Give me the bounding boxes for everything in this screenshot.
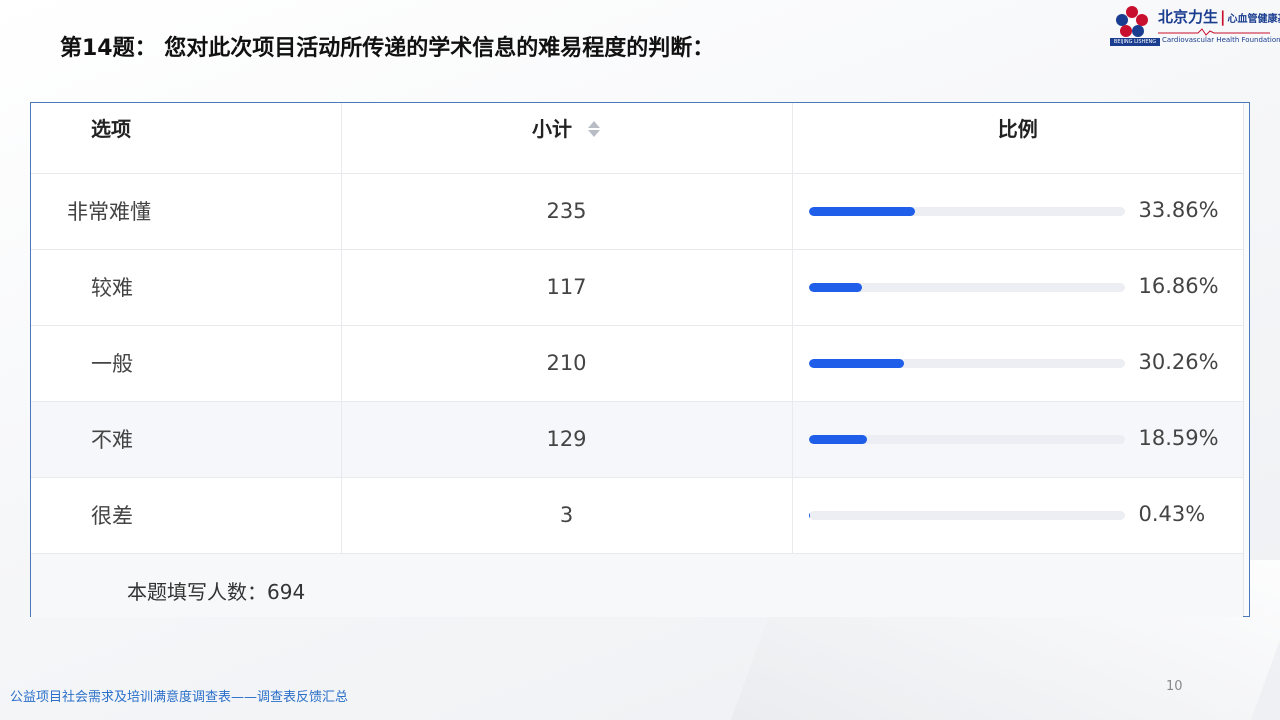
- ratio-bar-fill: [808, 282, 862, 292]
- ratio-bar-fill: [808, 206, 916, 216]
- ratio-bar-track: [808, 358, 1125, 368]
- foundation-logo: BEIJING LISHENG 北京力生|心血管健康基金会 Cardiovasc…: [1110, 4, 1280, 46]
- ratio-cell: 16.86%: [792, 249, 1243, 326]
- header-option: 选项: [31, 103, 342, 174]
- table-header-row: 选项 小计 比例: [31, 103, 1243, 174]
- logo-chinese-name: 北京力生|心血管健康基金会: [1158, 8, 1280, 26]
- ratio-label: 30.26%: [1138, 349, 1219, 374]
- ratio-bar-track: [808, 434, 1125, 444]
- ratio-bar-track: [808, 206, 1125, 216]
- header-count-label: 小计: [532, 117, 573, 141]
- respondent-count: 本题填写人数：694: [127, 580, 306, 604]
- option-cell: 很差: [31, 477, 342, 554]
- footer-caption: 公益项目社会需求及培训满意度调查表——调查表反馈汇总: [10, 690, 349, 705]
- table-row: 一般 210 30.26%: [31, 325, 1243, 402]
- results-table: 选项 小计 比例 非常难懂 235 33.86% 较难 117 16.86% 一…: [30, 102, 1250, 617]
- question-title: 第14题： 您对此次项目活动所传递的学术信息的难易程度的判断：: [60, 36, 715, 61]
- table-row: 很差 3 0.43%: [31, 477, 1243, 554]
- table-row: 较难 117 16.86%: [31, 249, 1243, 326]
- count-cell: 3: [341, 477, 793, 554]
- ratio-bar-fill: [808, 358, 905, 368]
- scrollbar[interactable]: [1243, 103, 1249, 616]
- option-cell: 不难: [31, 401, 342, 478]
- header-count[interactable]: 小计: [341, 103, 793, 174]
- logo-english-name: Cardiovascular Health Foundation: [1162, 36, 1280, 44]
- ratio-label: 0.43%: [1138, 501, 1206, 526]
- count-cell: 235: [341, 173, 793, 250]
- logo-tag: BEIJING LISHENG: [1110, 38, 1160, 46]
- ratio-bar-fill: [808, 510, 810, 520]
- count-cell: 210: [341, 325, 793, 402]
- option-cell: 一般: [31, 325, 342, 402]
- table-row: 非常难懂 235 33.86%: [31, 173, 1243, 250]
- heartbeat-line-icon: [1158, 28, 1270, 36]
- ratio-cell: 30.26%: [792, 325, 1243, 402]
- ratio-label: 18.59%: [1138, 425, 1219, 450]
- ratio-cell: 0.43%: [792, 477, 1243, 554]
- ratio-cell: 18.59%: [792, 401, 1243, 478]
- option-cell: 非常难懂: [31, 173, 342, 250]
- ratio-label: 33.86%: [1138, 197, 1219, 222]
- sort-icon[interactable]: [587, 120, 601, 138]
- count-cell: 129: [341, 401, 793, 478]
- page-number: 10: [1166, 679, 1183, 694]
- count-cell: 117: [341, 249, 793, 326]
- ratio-bar-fill: [808, 434, 868, 444]
- header-ratio: 比例: [792, 103, 1243, 174]
- ratio-bar-track: [808, 282, 1125, 292]
- ratio-label: 16.86%: [1138, 273, 1219, 298]
- option-cell: 较难: [31, 249, 342, 326]
- ratio-bar-track: [808, 510, 1125, 520]
- ratio-cell: 33.86%: [792, 173, 1243, 250]
- table-row: 不难 129 18.59%: [31, 401, 1243, 478]
- summary-row: 本题填写人数：694: [31, 553, 1243, 617]
